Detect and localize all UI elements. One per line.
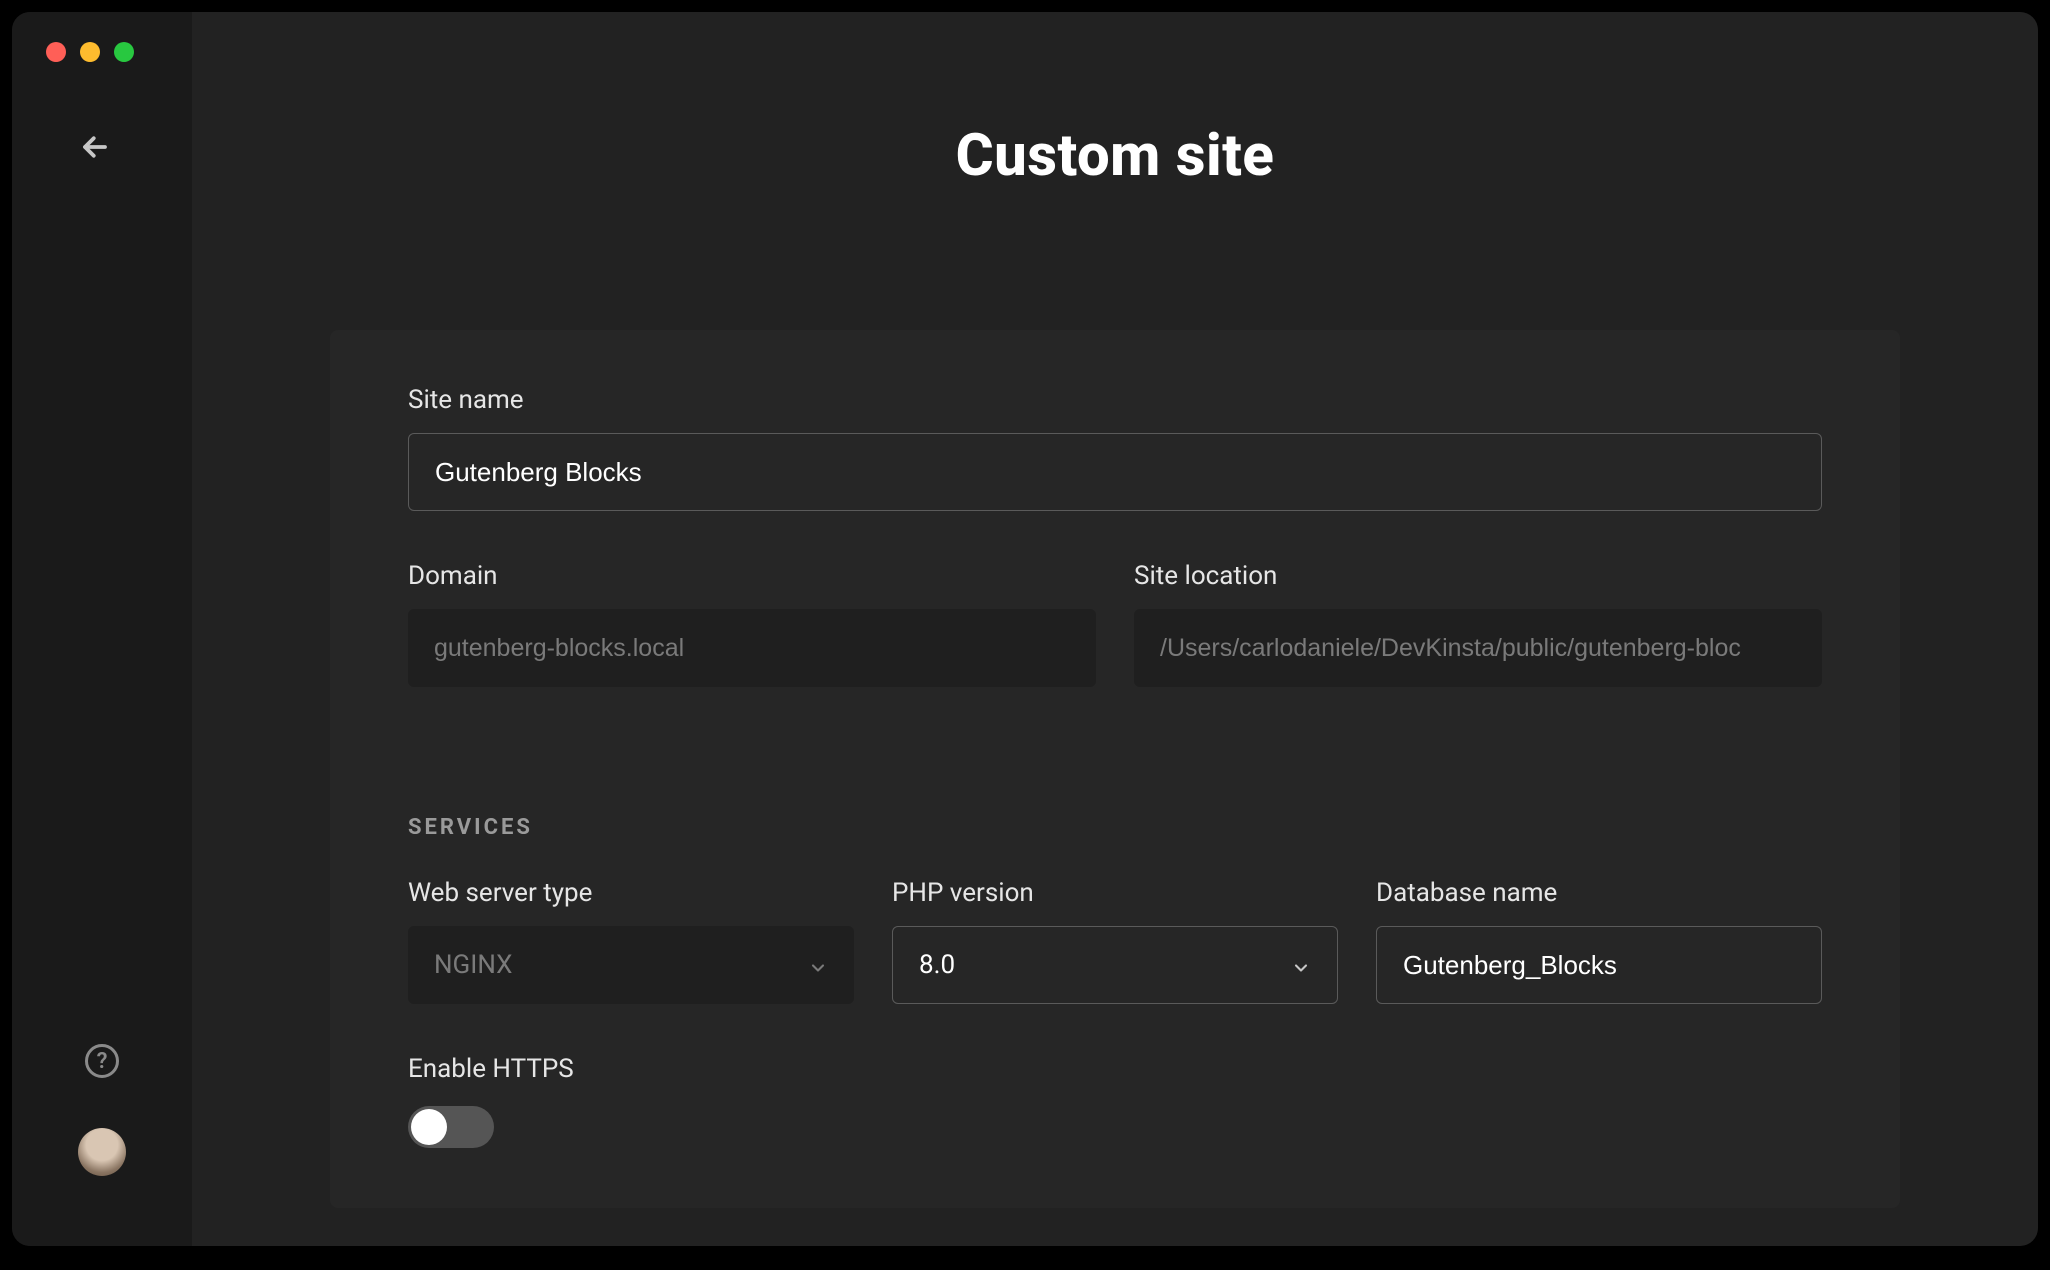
site-location-input[interactable]: [1134, 609, 1822, 687]
field-database-name: Database name: [1376, 878, 1822, 1004]
help-button[interactable]: ?: [85, 1044, 119, 1078]
app-window: ? Custom site Site name Domain Site loca…: [12, 12, 2038, 1246]
enable-https-toggle[interactable]: [408, 1106, 494, 1148]
web-server-select[interactable]: NGINX: [408, 926, 854, 1004]
page-title: Custom site: [956, 122, 1275, 190]
web-server-value: NGINX: [434, 950, 512, 980]
field-php-version: PHP version 8.0: [892, 878, 1338, 1004]
main-panel: Custom site Site name Domain Site locati…: [192, 12, 2038, 1246]
enable-https-label: Enable HTTPS: [408, 1054, 1822, 1084]
toggle-knob: [411, 1109, 447, 1145]
question-icon: ?: [97, 1049, 108, 1074]
domain-input[interactable]: [408, 609, 1096, 687]
field-domain: Domain: [408, 561, 1096, 687]
field-site-name: Site name: [408, 385, 1822, 511]
maximize-window-button[interactable]: [114, 42, 134, 62]
web-server-label: Web server type: [408, 878, 854, 908]
sidebar: ?: [12, 12, 192, 1246]
database-name-input[interactable]: [1376, 926, 1822, 1004]
php-version-select[interactable]: 8.0: [892, 926, 1338, 1004]
chevron-down-icon: [808, 955, 828, 975]
domain-label: Domain: [408, 561, 1096, 591]
avatar[interactable]: [78, 1128, 126, 1176]
php-version-label: PHP version: [892, 878, 1338, 908]
back-button[interactable]: [12, 132, 192, 168]
minimize-window-button[interactable]: [80, 42, 100, 62]
site-name-label: Site name: [408, 385, 1822, 415]
field-web-server: Web server type NGINX: [408, 878, 854, 1004]
close-window-button[interactable]: [46, 42, 66, 62]
site-location-label: Site location: [1134, 561, 1822, 591]
database-name-label: Database name: [1376, 878, 1822, 908]
form-panel: Site name Domain Site location SERVICES …: [330, 330, 1900, 1208]
site-name-input[interactable]: [408, 433, 1822, 511]
field-site-location: Site location: [1134, 561, 1822, 687]
arrow-left-icon: [80, 131, 110, 171]
window-controls: [12, 42, 192, 62]
chevron-down-icon: [1291, 955, 1311, 975]
services-heading: SERVICES: [408, 815, 1822, 840]
field-enable-https: Enable HTTPS: [408, 1054, 1822, 1148]
php-version-value: 8.0: [919, 950, 955, 980]
